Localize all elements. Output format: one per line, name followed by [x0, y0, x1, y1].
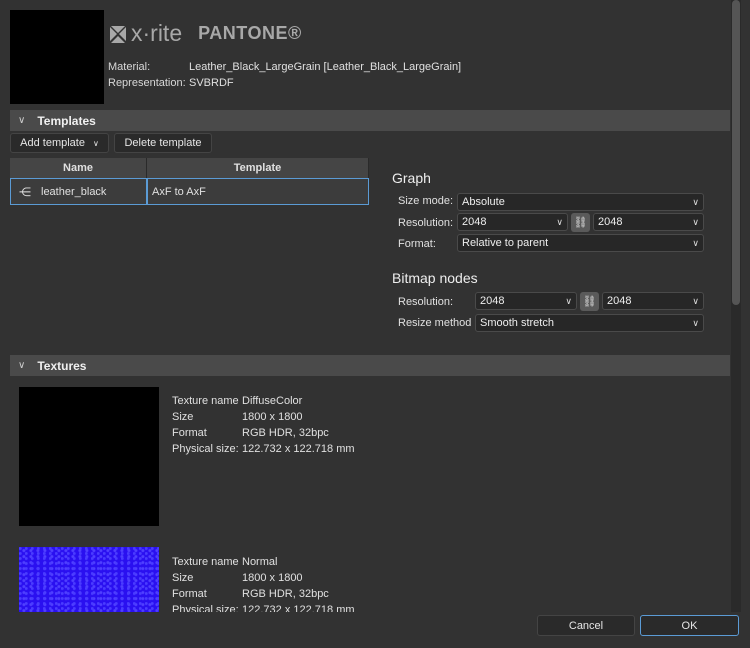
- template-value: AxF to AxF: [147, 178, 369, 205]
- xrite-logo-icon: [108, 24, 128, 44]
- format-label: Format:: [398, 238, 436, 250]
- chevron-down-icon: ∨: [565, 296, 572, 307]
- texture-format: RGB HDR, 32bpc: [242, 427, 355, 440]
- bitmap-res-h: 2048: [607, 295, 631, 307]
- physical-size-label: Physical size:: [172, 443, 242, 456]
- graph-res-w: 2048: [462, 216, 486, 228]
- size-mode-label: Size mode:: [398, 195, 453, 207]
- texture-info: Texture nameNormal Size1800 x 1800 Forma…: [172, 556, 355, 612]
- texture-name: Normal: [242, 556, 355, 569]
- column-header-template[interactable]: Template: [147, 158, 369, 178]
- link-icon[interactable]: ⛓: [580, 292, 599, 311]
- chevron-down-icon: ∨: [93, 139, 99, 148]
- table-row[interactable]: ⋲ leather_black AxF to AxF: [10, 178, 369, 205]
- graph-res-h: 2048: [598, 216, 622, 228]
- texture-physical-size: 122.732 x 122.718 mm: [242, 604, 355, 612]
- bitmap-resolution-label: Resolution:: [398, 296, 453, 308]
- link-icon[interactable]: ⛓: [571, 213, 590, 232]
- bitmap-nodes-title: Bitmap nodes: [392, 270, 478, 286]
- xrite-text: x·rite: [131, 20, 182, 47]
- graph-resolution-width-select[interactable]: 2048 ∨: [457, 213, 568, 231]
- material-value: Leather_Black_LargeGrain [Leather_Black_…: [189, 61, 461, 73]
- representation-label: Representation:: [108, 77, 186, 89]
- size-mode-value: Absolute: [462, 196, 505, 208]
- graph-resolution-height-select[interactable]: 2048 ∨: [593, 213, 704, 231]
- graph-title: Graph: [392, 170, 431, 186]
- texture-name-label: Texture name: [172, 395, 242, 408]
- resize-method-label: Resize method: [398, 317, 471, 329]
- chevron-down-icon: ∨: [18, 115, 25, 126]
- templates-table: NameTemplate ⋲ leather_black AxF to AxF: [10, 158, 369, 205]
- texture-size: 1800 x 1800: [242, 572, 355, 585]
- scrollbar-thumb[interactable]: [732, 0, 740, 305]
- physical-size-label: Physical size:: [172, 604, 242, 612]
- chevron-down-icon: ∨: [692, 217, 699, 228]
- brand-logo: x·rite PANTONE®: [108, 20, 302, 47]
- textures-section-header[interactable]: ∨ Textures: [10, 355, 730, 376]
- add-template-button[interactable]: Add template ∨: [10, 133, 109, 153]
- texture-name: DiffuseColor: [242, 395, 355, 408]
- templates-section-header[interactable]: ∨ Templates: [10, 110, 730, 131]
- bitmap-resolution-height-select[interactable]: 2048 ∨: [602, 292, 704, 310]
- texture-preview-normal: [19, 547, 159, 612]
- graph-tree-icon: ⋲: [19, 185, 31, 199]
- size-label: Size: [172, 572, 242, 585]
- texture-size: 1800 x 1800: [242, 411, 355, 424]
- templates-title: Templates: [37, 114, 95, 128]
- bitmap-resolution-width-select[interactable]: 2048 ∨: [475, 292, 577, 310]
- texture-format: RGB HDR, 32bpc: [242, 588, 355, 601]
- delete-template-button[interactable]: Delete template: [114, 133, 212, 153]
- template-name: leather_black: [41, 186, 106, 198]
- cancel-button[interactable]: Cancel: [537, 615, 635, 636]
- textures-title: Textures: [37, 359, 86, 373]
- add-template-label: Add template: [20, 137, 85, 149]
- format-label: Format: [172, 588, 242, 601]
- format-select[interactable]: Relative to parent ∨: [457, 234, 704, 252]
- chevron-down-icon: ∨: [692, 238, 699, 249]
- chevron-down-icon: ∨: [556, 217, 563, 228]
- chevron-down-icon: ∨: [692, 197, 699, 208]
- textures-list[interactable]: Texture nameDiffuseColor Size1800 x 1800…: [0, 378, 730, 612]
- chevron-down-icon: ∨: [692, 296, 699, 307]
- graph-resolution-label: Resolution:: [398, 217, 453, 229]
- texture-name-label: Texture name: [172, 556, 242, 569]
- format-label: Format: [172, 427, 242, 440]
- ok-button[interactable]: OK: [640, 615, 739, 636]
- size-label: Size: [172, 411, 242, 424]
- resize-method-value: Smooth stretch: [480, 317, 554, 329]
- format-value: Relative to parent: [462, 237, 548, 249]
- pantone-text: PANTONE®: [198, 23, 302, 44]
- texture-preview-diffusecolor: [19, 387, 159, 526]
- chevron-down-icon: ∨: [18, 360, 25, 371]
- material-thumbnail: [10, 10, 104, 104]
- size-mode-select[interactable]: Absolute ∨: [457, 193, 704, 211]
- chevron-down-icon: ∨: [692, 318, 699, 329]
- bitmap-res-w: 2048: [480, 295, 504, 307]
- resize-method-select[interactable]: Smooth stretch ∨: [475, 314, 704, 332]
- material-label: Material:: [108, 61, 150, 73]
- representation-value: SVBRDF: [189, 77, 234, 89]
- column-header-name[interactable]: Name: [10, 158, 147, 178]
- vertical-scrollbar[interactable]: [731, 0, 741, 612]
- texture-info: Texture nameDiffuseColor Size1800 x 1800…: [172, 395, 355, 456]
- texture-physical-size: 122.732 x 122.718 mm: [242, 443, 355, 456]
